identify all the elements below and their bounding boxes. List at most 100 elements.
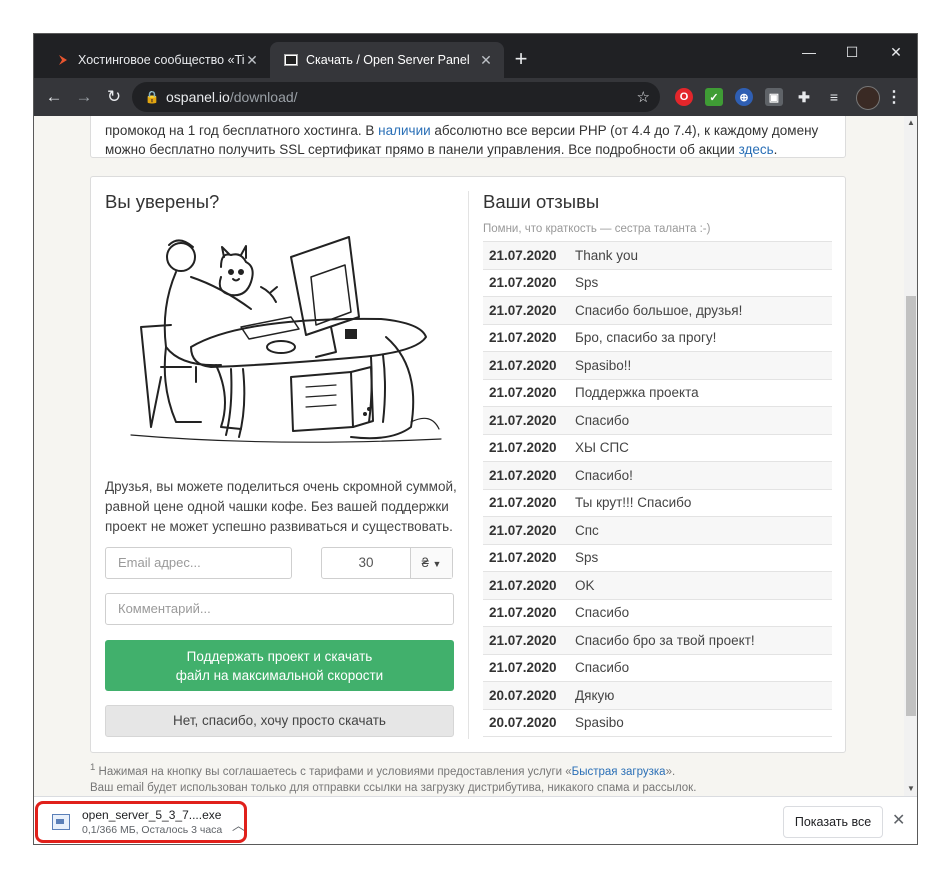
profile-avatar[interactable] (856, 86, 880, 110)
show-all-button[interactable]: Показать все (783, 806, 883, 838)
review-text: Ты крут!!! Спасибо (575, 495, 692, 511)
review-text: Бро, спасибо за прогу! (575, 330, 717, 346)
vpn-extension-icon[interactable]: ⊕ (735, 88, 753, 106)
tab-close-icon[interactable]: ✕ (244, 52, 260, 69)
chevron-down-icon: ▼ (432, 559, 442, 569)
reviews-heading: Ваши отзывы (483, 191, 600, 212)
review-text: Спасибо (575, 412, 630, 428)
puzzle-extensions-icon[interactable]: ✚ (795, 88, 813, 106)
lock-icon[interactable]: 🔒 (138, 90, 166, 104)
review-row: 21.07.2020 Спасибо (483, 600, 832, 627)
review-date: 21.07.2020 (489, 247, 557, 263)
review-text: Sps (575, 550, 599, 566)
programmer-cat-illustration (130, 236, 442, 443)
donate-heading: Вы уверены? (105, 191, 220, 212)
tab-title: Скачать / Open Server Panel (306, 53, 470, 67)
toolbar: ← → ↻ 🔒 ospanel.io/download/ ☆ O ✓ ⊕ ▣ ✚… (34, 78, 917, 116)
promo-text: промокод на 1 год бесплатного хостинга. … (105, 121, 845, 159)
promo-text-part: промокод на 1 год бесплатного хостинга. … (105, 123, 379, 138)
box-extension-icon[interactable]: ▣ (765, 88, 783, 106)
tab-title: Хостинговое сообщество «Time (78, 53, 244, 67)
back-icon[interactable]: ← (42, 85, 66, 109)
forward-icon[interactable]: → (72, 85, 96, 109)
review-row: 21.07.2020 Спасибо (483, 655, 832, 682)
scroll-up-icon[interactable]: ▲ (904, 116, 917, 130)
review-date: 20.07.2020 (489, 715, 557, 731)
review-date: 21.07.2020 (489, 550, 557, 566)
opera-extension-icon[interactable]: O (675, 88, 693, 106)
scrollbar-thumb[interactable] (906, 296, 916, 716)
review-date: 21.07.2020 (489, 660, 557, 676)
column-divider (468, 191, 469, 739)
review-row: 21.07.2020 Ты крут!!! Спасибо (483, 490, 832, 517)
review-date: 21.07.2020 (489, 330, 557, 346)
review-text: ХЫ СПС (575, 440, 629, 456)
review-row: 21.07.2020 ХЫ СПС (483, 435, 832, 462)
skip-download-button[interactable]: Нет, спасибо, хочу просто скачать (105, 705, 454, 737)
title-bar: Хостинговое сообщество «Time ✕ Скачать /… (34, 34, 917, 78)
support-and-download-button[interactable]: Поддержать проект и скачать файл на макс… (105, 640, 454, 691)
footnote-line2: Ваш email будет использован только для о… (90, 781, 697, 794)
scroll-down-icon[interactable]: ▼ (904, 782, 917, 796)
details-link[interactable]: здесь (739, 142, 774, 157)
tab-close-icon[interactable]: ✕ (478, 52, 494, 69)
review-date: 21.07.2020 (489, 522, 557, 538)
comment-input[interactable]: Комментарий... (105, 593, 454, 625)
review-text: Spasibo (575, 715, 624, 731)
amount-input[interactable]: 30 (322, 548, 411, 578)
review-text: Sps (575, 275, 599, 291)
review-date: 21.07.2020 (489, 632, 557, 648)
review-row: 21.07.2020 Sps (483, 545, 832, 572)
download-panel: Вы уверены? Друзья, вы можете поделиться… (90, 176, 846, 753)
review-text: Спс (575, 522, 599, 538)
browser-window: Хостинговое сообщество «Time ✕ Скачать /… (33, 33, 918, 845)
footnote-text: ». (665, 765, 676, 778)
currency-select[interactable]: ₴ ▼ (411, 548, 452, 578)
new-tab-icon[interactable]: + (509, 48, 533, 70)
review-date: 21.07.2020 (489, 495, 557, 511)
media-queue-icon[interactable]: ≡ (825, 88, 843, 106)
review-row: 21.07.2020 Спс (483, 517, 832, 545)
footnote-line1: 1 Нажимая на кнопку вы соглашаетесь с та… (90, 762, 676, 778)
review-date: 21.07.2020 (489, 385, 557, 401)
address-bar[interactable]: 🔒 ospanel.io/download/ ☆ (132, 82, 660, 112)
tab-hosting[interactable]: Хостинговое сообщество «Time ✕ (42, 42, 270, 78)
review-date: 21.07.2020 (489, 577, 557, 593)
support-button-line2: файл на максимальной скорости (175, 667, 384, 683)
url-host: ospanel.io (166, 89, 230, 105)
tab-open-server[interactable]: Скачать / Open Server Panel ✕ (270, 42, 504, 78)
close-icon[interactable]: ✕ (876, 40, 916, 64)
review-date: 21.07.2020 (489, 467, 557, 483)
review-row: 21.07.2020 Спасибо (483, 407, 832, 435)
checkmark-extension-icon[interactable]: ✓ (705, 88, 723, 106)
minimize-icon[interactable]: — (789, 40, 829, 64)
fast-download-link[interactable]: Быстрая загрузка (572, 766, 666, 778)
reload-icon[interactable]: ↻ (102, 85, 126, 109)
availability-link[interactable]: наличии (378, 123, 431, 138)
review-date: 21.07.2020 (489, 275, 557, 291)
support-button-line1: Поддержать проект и скачать (186, 648, 373, 664)
email-input[interactable]: Email адрес... (105, 547, 292, 579)
promo-panel: промокод на 1 год бесплатного хостинга. … (90, 116, 846, 158)
currency-symbol: ₴ (421, 555, 429, 570)
review-text: Спасибо бро за твой проект! (575, 632, 755, 648)
review-row: 21.07.2020 Спасибо большое, друзья! (483, 297, 832, 325)
review-text: Spasibo!! (575, 357, 632, 373)
review-date: 21.07.2020 (489, 605, 557, 621)
vertical-scrollbar[interactable]: ▲ ▼ (904, 116, 917, 796)
review-row: 21.07.2020 OK (483, 572, 832, 600)
review-row: 20.07.2020 Spasibo (483, 710, 832, 737)
review-text: Спасибо (575, 605, 630, 621)
review-row: 21.07.2020 Sps (483, 270, 832, 297)
close-download-bar-icon[interactable]: ✕ (892, 810, 905, 830)
page-viewport: промокод на 1 год бесплатного хостинга. … (34, 116, 904, 796)
url-path: /download/ (229, 89, 298, 105)
review-date: 21.07.2020 (489, 302, 557, 318)
maximize-icon[interactable]: ☐ (832, 40, 872, 64)
review-row: 21.07.2020 Бро, спасибо за прогу! (483, 325, 832, 352)
url-text[interactable]: ospanel.io/download/ (166, 89, 298, 105)
bookmark-star-icon[interactable]: ☆ (637, 88, 650, 106)
review-date: 21.07.2020 (489, 357, 557, 373)
more-menu-icon[interactable]: ⋮ (886, 87, 902, 107)
download-bar: open_server_5_3_7....exe 0,1/366 МБ, Ост… (34, 796, 917, 844)
